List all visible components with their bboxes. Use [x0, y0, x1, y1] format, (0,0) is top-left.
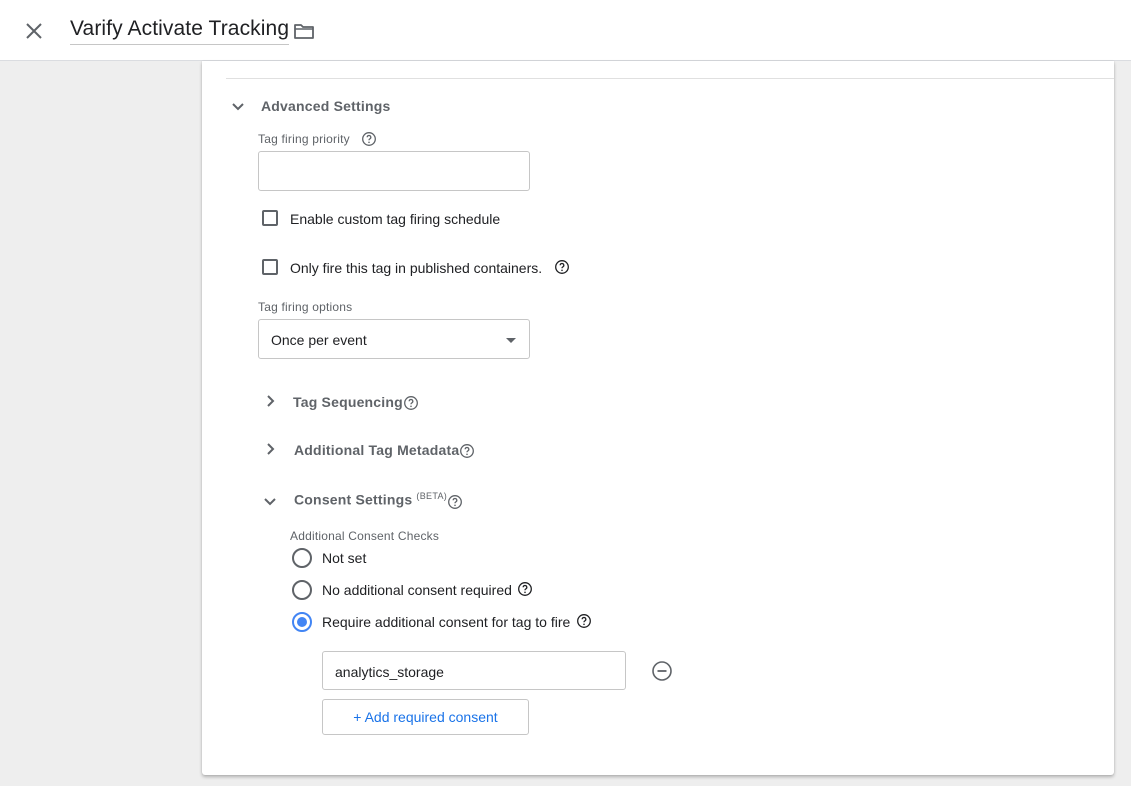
- remove-circle-icon[interactable]: [651, 660, 673, 682]
- radio-no-additional-consent[interactable]: [292, 580, 312, 600]
- beta-badge: (BETA): [416, 491, 448, 501]
- tag-metadata-toggle[interactable]: Additional Tag Metadata: [294, 442, 459, 458]
- radio-require-additional-consent[interactable]: [292, 612, 312, 632]
- priority-label: Tag firing priority: [258, 132, 350, 146]
- required-consent-value: analytics_storage: [335, 664, 444, 680]
- advanced-settings-toggle[interactable]: Advanced Settings: [261, 98, 390, 114]
- firing-options-value: Once per event: [271, 332, 367, 348]
- custom-schedule-label: Enable custom tag firing schedule: [290, 211, 501, 227]
- priority-input[interactable]: [258, 151, 530, 191]
- firing-options-select[interactable]: Once per event: [258, 319, 530, 359]
- consent-settings-label: Consent Settings: [294, 491, 413, 508]
- close-icon[interactable]: [22, 19, 46, 43]
- required-consent-input[interactable]: analytics_storage: [322, 651, 626, 690]
- help-icon[interactable]: [517, 581, 533, 597]
- help-icon[interactable]: [447, 494, 463, 510]
- help-icon[interactable]: [554, 259, 570, 275]
- consent-settings-toggle[interactable]: Consent Settings (BETA): [294, 491, 447, 508]
- chevron-right-icon[interactable]: [258, 437, 282, 461]
- radio-no-additional-consent-label: No additional consent required: [322, 582, 512, 598]
- tag-config-panel: Advanced Settings Tag firing priority En…: [202, 61, 1114, 775]
- firing-options-label: Tag firing options: [258, 300, 353, 314]
- help-icon[interactable]: [361, 131, 377, 147]
- chevron-right-icon[interactable]: [258, 389, 282, 413]
- radio-not-set-label: Not set: [322, 550, 367, 566]
- radio-not-set[interactable]: [292, 548, 312, 568]
- chevron-down-icon[interactable]: [226, 94, 250, 118]
- help-icon[interactable]: [403, 395, 419, 411]
- top-bar: Varify Activate Tracking: [0, 0, 1131, 61]
- chevron-down-icon[interactable]: [258, 489, 282, 513]
- dropdown-arrow-icon: [506, 338, 516, 343]
- radio-require-additional-consent-label: Require additional consent for tag to fi…: [322, 614, 571, 630]
- folder-icon[interactable]: [292, 19, 316, 43]
- tag-sequencing-toggle[interactable]: Tag Sequencing: [293, 394, 403, 410]
- published-only-label: Only fire this tag in published containe…: [290, 260, 543, 276]
- published-only-checkbox[interactable]: [262, 259, 278, 275]
- tag-title[interactable]: Varify Activate Tracking: [70, 17, 290, 45]
- help-icon[interactable]: [576, 613, 592, 629]
- help-icon[interactable]: [459, 443, 475, 459]
- add-required-consent-button[interactable]: + Add required consent: [322, 699, 529, 735]
- consent-checks-label: Additional Consent Checks: [290, 529, 440, 543]
- section-divider: [226, 78, 1114, 79]
- custom-schedule-checkbox[interactable]: [262, 210, 278, 226]
